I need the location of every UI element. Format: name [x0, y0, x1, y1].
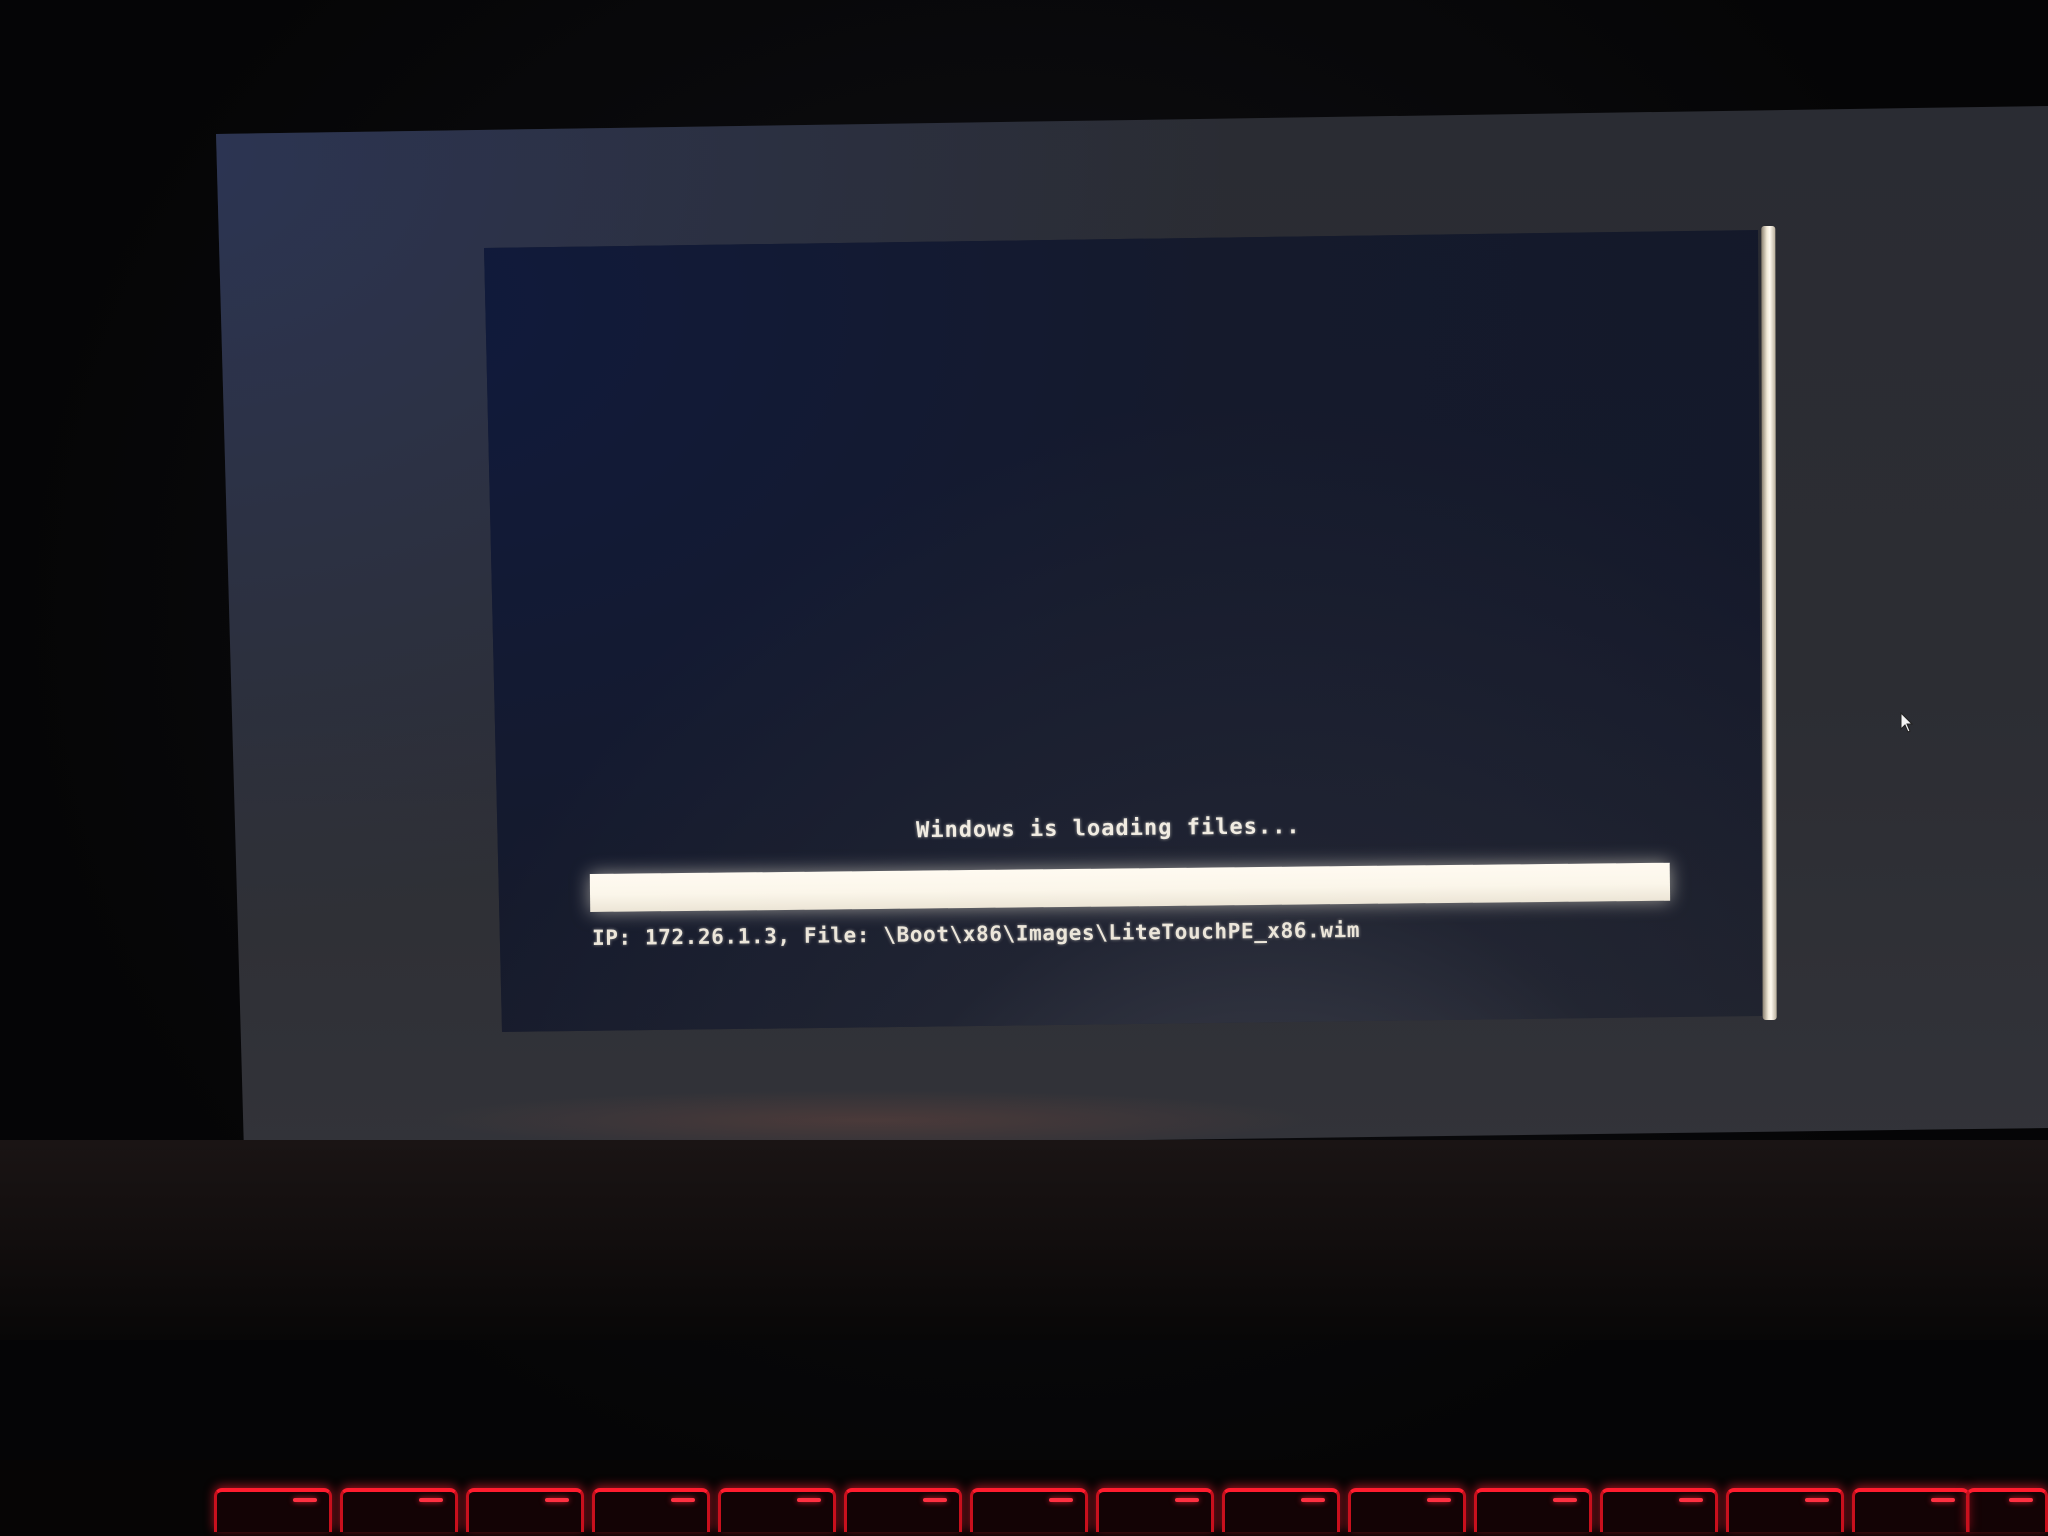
- keyboard-key: [592, 1488, 710, 1532]
- keyboard-key: [1726, 1488, 1844, 1532]
- keyboard-key: [970, 1488, 1088, 1532]
- keyboard-key: [1348, 1488, 1466, 1532]
- laptop-bezel: [0, 1140, 2048, 1340]
- screen-edge-line: [1761, 225, 1777, 1021]
- mouse-pointer-icon: [1900, 712, 1914, 733]
- keyboard-key: [718, 1488, 836, 1532]
- loading-message: Windows is loading files...: [915, 814, 1301, 844]
- photo-scene: Windows is loading files... IP: 172.26.1…: [0, 0, 2048, 1536]
- keyboard-key: [1600, 1488, 1718, 1532]
- keyboard-key: [466, 1488, 584, 1532]
- keyboard-key: [1966, 1488, 2048, 1532]
- keyboard-key: [1222, 1488, 1340, 1532]
- keyboard-key: [1474, 1488, 1592, 1532]
- keyboard-key: [340, 1488, 458, 1532]
- keyboard-key: [844, 1488, 962, 1532]
- keyboard-key: [1096, 1488, 1214, 1532]
- keyboard-key: [214, 1488, 332, 1532]
- keyboard-key: [1852, 1488, 1970, 1532]
